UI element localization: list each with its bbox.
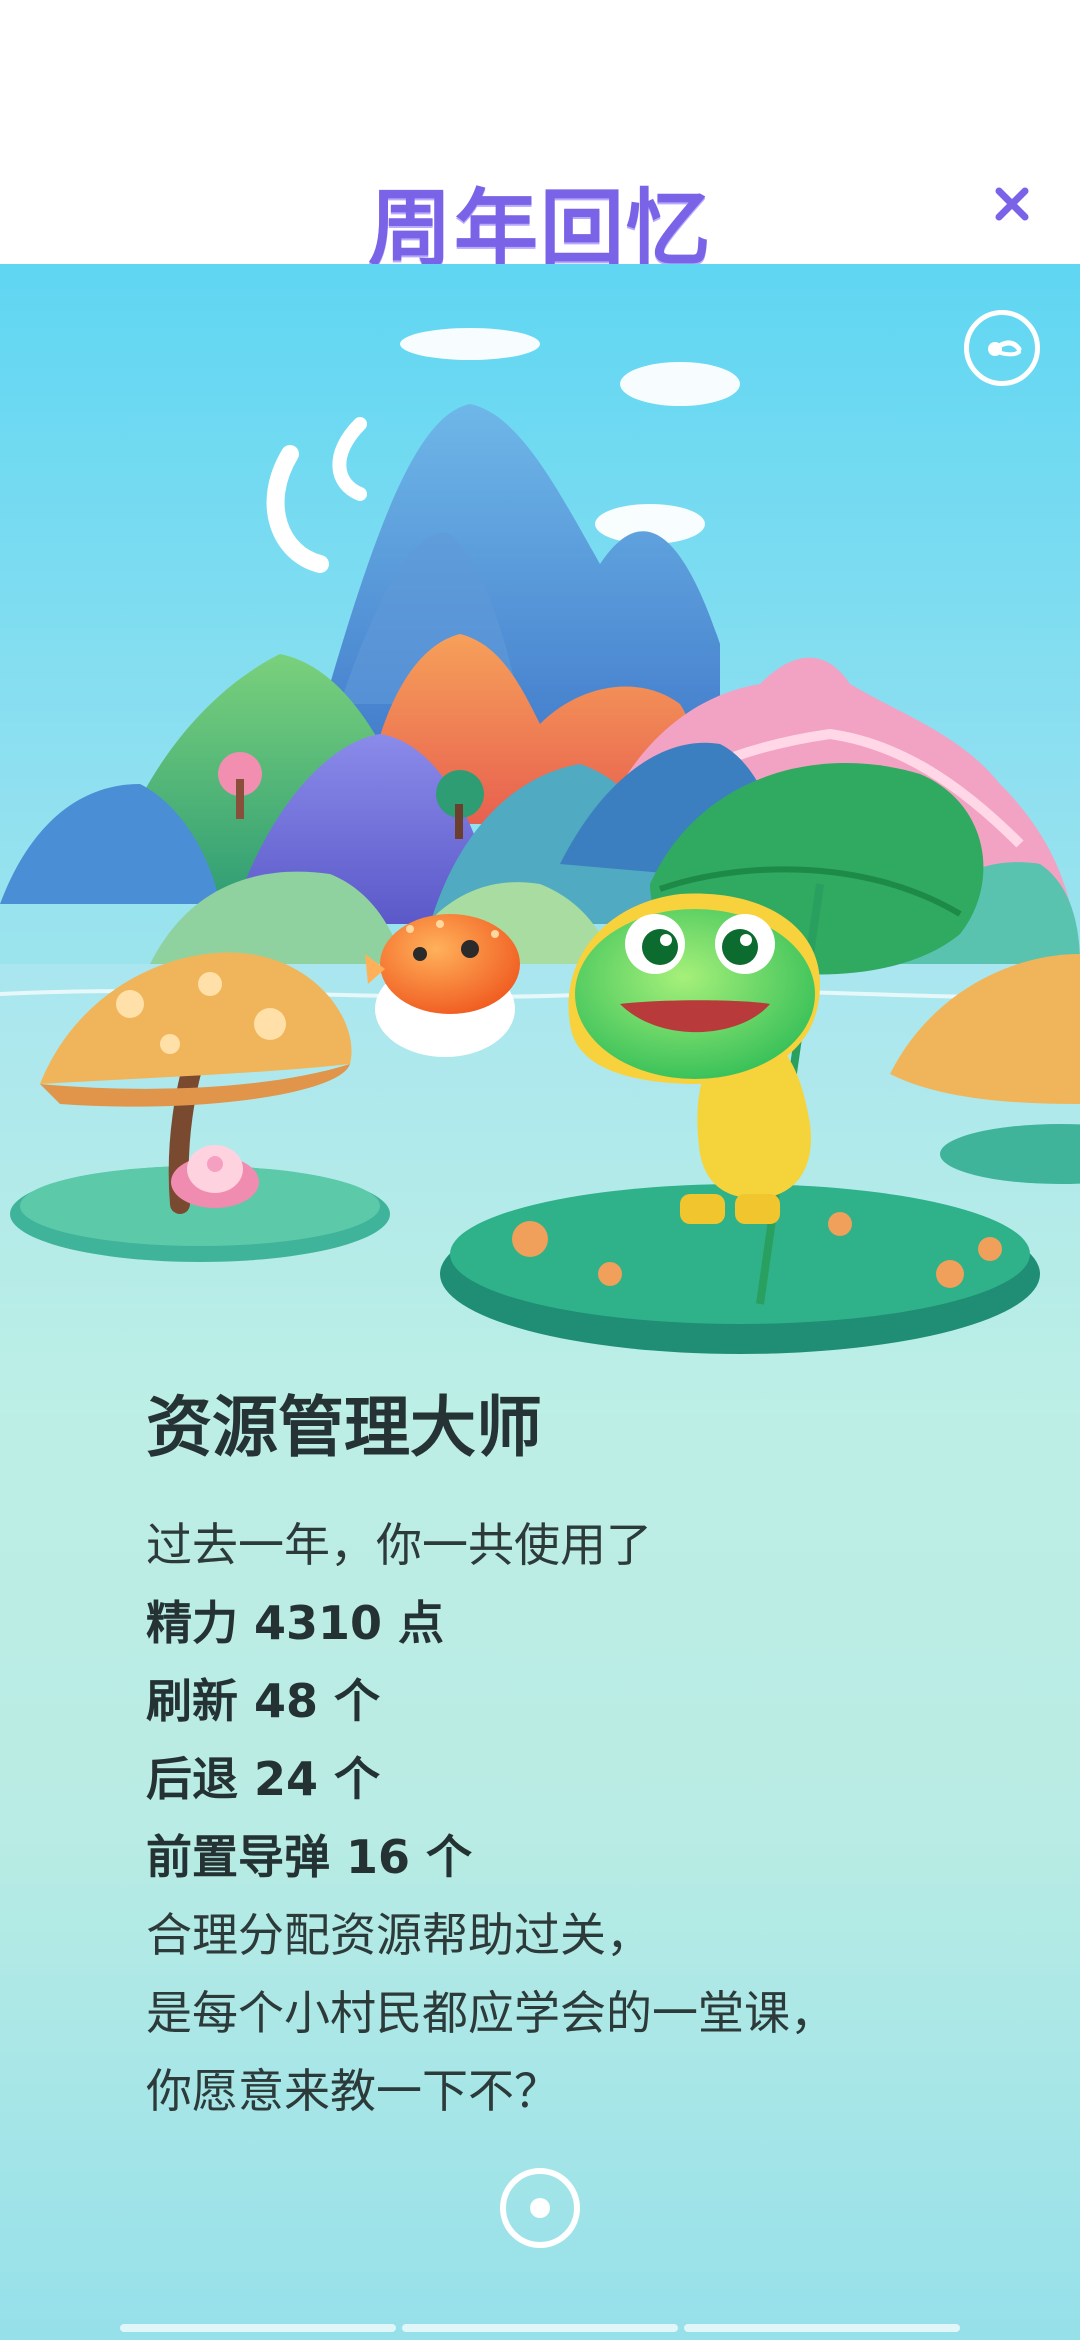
share-button[interactable] bbox=[964, 310, 1040, 386]
outro-line-2: 是每个小村民都应学会的一堂课， bbox=[146, 1986, 836, 2040]
stat-undo: 后退 24 个 bbox=[146, 1752, 381, 1806]
intro-text: 过去一年，你一共使用了 bbox=[146, 1518, 652, 1572]
close-icon bbox=[995, 187, 1029, 221]
header: 周年回忆 bbox=[0, 150, 1080, 278]
stat-missile: 前置导弹 16 个 bbox=[146, 1830, 473, 1884]
outro-line-1: 合理分配资源帮助过关， bbox=[146, 1908, 652, 1962]
page-indicator-button[interactable] bbox=[500, 2168, 580, 2248]
anniversary-card: 资源管理大师 过去一年，你一共使用了 精力 4310 点 刷新 48 个 后退 … bbox=[0, 264, 1080, 2340]
share-icon bbox=[988, 340, 1022, 357]
record-icon bbox=[530, 2198, 550, 2218]
stat-energy: 精力 4310 点 bbox=[146, 1596, 445, 1650]
progress-segment bbox=[120, 2324, 396, 2332]
progress-segment bbox=[402, 2324, 678, 2332]
illustration-scene bbox=[0, 328, 1080, 1414]
stat-refresh: 刷新 48 个 bbox=[146, 1674, 381, 1728]
outro-line-3: 你愿意来教一下不？ bbox=[146, 2064, 560, 2118]
progress-segment bbox=[684, 2324, 960, 2332]
card-content: 资源管理大师 过去一年，你一共使用了 精力 4310 点 刷新 48 个 后退 … bbox=[146, 1374, 1006, 2130]
story-progress bbox=[120, 2324, 960, 2332]
close-button[interactable] bbox=[984, 176, 1040, 232]
status-bar-space bbox=[0, 0, 1080, 150]
card-headline: 资源管理大师 bbox=[146, 1389, 542, 1466]
